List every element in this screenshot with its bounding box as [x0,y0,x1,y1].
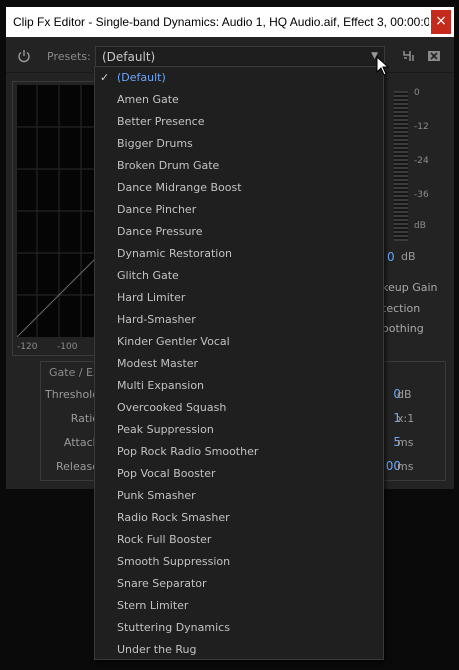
preset-menu-item-label: Overcooked Squash [117,401,227,414]
window-title: Clip Fx Editor - Single-band Dynamics: A… [13,15,429,29]
power-icon[interactable] [17,49,31,63]
presets-menu: ✓ (Default) Amen Gate Better Presence Bigger… [94,66,384,660]
preset-menu-item-label: Under the Rug [117,643,197,656]
preset-menu-item[interactable]: Peak Suppression [95,419,383,441]
ratio-unit: x:1 [397,412,415,425]
preset-menu-item-label: Snare Separator [117,577,207,590]
preset-menu-item[interactable]: Broken Drum Gate [95,155,383,177]
meter-scale-label: -12 [414,122,429,132]
preset-menu-item-label: Smooth Suppression [117,555,231,568]
preset-menu-item[interactable]: Overcooked Squash [95,397,383,419]
preset-menu-item-label: Broken Drum Gate [117,159,220,172]
preset-menu-item-label: (Default) [117,71,166,84]
threshold-unit: dB [397,388,412,401]
preset-menu-item[interactable]: Dance Pressure [95,221,383,243]
preset-menu-item[interactable]: Hard Limiter [95,287,383,309]
transfer-graph-panel: -120 -100 [12,81,104,356]
title-bar: Clip Fx Editor - Single-band Dynamics: A… [6,7,454,37]
preset-menu-item[interactable]: Dance Midrange Boost [95,177,383,199]
preset-menu-item-label: Kinder Gentler Vocal [117,335,230,348]
preset-menu-item-label: Radio Rock Smasher [117,511,230,524]
preset-menu-item-label: Hard Limiter [117,291,186,304]
preset-menu-item-label: Pop Rock Radio Smoother [117,445,259,458]
preset-menu-item[interactable]: Rock Full Booster [95,529,383,551]
ratio-label: Ratio [70,412,99,425]
graph-x-label: -120 [17,342,38,352]
preset-menu-item-label: Stern Limiter [117,599,189,612]
preset-menu-item[interactable]: Snare Separator [95,573,383,595]
graph-x-label: -100 [57,342,78,352]
preset-menu-item-label: Dynamic Restoration [117,247,233,260]
preset-menu-item-label: Dance Pincher [117,203,197,216]
preset-menu-item-label: Amen Gate [117,93,179,106]
meter-value[interactable]: 0 [387,250,395,264]
preset-menu-item[interactable]: Kinder Gentler Vocal [95,331,383,353]
transfer-graph[interactable] [17,85,99,337]
preset-menu-item-label: Rock Full Booster [117,533,212,546]
smoothing-option[interactable]: oothing [382,322,424,335]
preset-menu-item-label: Better Presence [117,115,205,128]
preset-menu-item[interactable]: Under the Rug [95,639,383,661]
routing-icon[interactable] [402,49,416,63]
preset-menu-item[interactable]: ✓ (Default) [95,67,383,89]
meter-scale-label: 0 [414,88,420,98]
preset-menu-item-label: Pop Vocal Booster [117,467,216,480]
meter-scale-label: dB [414,221,426,231]
preset-menu-item-label: Multi Expansion [117,379,205,392]
preset-menu-item-label: Modest Master [117,357,199,370]
release-label: Release [56,460,99,473]
preset-menu-item[interactable]: Glitch Gate [95,265,383,287]
presets-dropdown[interactable]: (Default) ▼ [95,46,385,67]
close-button[interactable]: × [431,10,451,34]
preset-menu-item[interactable]: Bigger Drums [95,133,383,155]
preset-menu-item-label: Dance Midrange Boost [117,181,242,194]
meter-scale-label: -36 [414,190,429,200]
preset-menu-item[interactable]: Multi Expansion [95,375,383,397]
preset-menu-item[interactable]: Stuttering Dynamics [95,617,383,639]
preset-menu-item[interactable]: Modest Master [95,353,383,375]
preset-menu-item[interactable]: Better Presence [95,111,383,133]
preset-menu-item[interactable]: Pop Vocal Booster [95,463,383,485]
meter-unit: dB [401,250,416,263]
preset-menu-item-label: Glitch Gate [117,269,179,282]
presets-value: (Default) [102,50,156,64]
presets-label: Presets: [47,50,91,63]
preset-menu-item-label: Hard-Smasher [117,313,196,326]
meter-bar [394,91,408,241]
preset-menu-item-label: Stuttering Dynamics [117,621,230,634]
attack-label: Attack [63,436,99,449]
preset-menu-item-label: Peak Suppression [117,423,214,436]
preset-menu-item-label: Bigger Drums [117,137,193,150]
preset-menu-item[interactable]: Amen Gate [95,89,383,111]
level-meter: 0 -12 -24 -36 dB 0 dB [384,81,446,271]
delete-icon[interactable] [427,49,441,63]
preset-menu-item-label: Dance Pressure [117,225,203,238]
meter-scale-label: -24 [414,156,429,166]
mouse-cursor-icon [376,56,390,76]
makeup-gain-option[interactable]: keup Gain [382,281,438,294]
attack-unit: ms [397,436,414,449]
preset-menu-item[interactable]: Dynamic Restoration [95,243,383,265]
preset-menu-item[interactable]: Stern Limiter [95,595,383,617]
preset-menu-item[interactable]: Punk Smasher [95,485,383,507]
detection-option[interactable]: tection [382,302,420,315]
preset-menu-item[interactable]: Hard-Smasher [95,309,383,331]
preset-menu-item[interactable]: Pop Rock Radio Smoother [95,441,383,463]
release-unit: ms [397,460,414,473]
preset-menu-item[interactable]: Dance Pincher [95,199,383,221]
preset-menu-item[interactable]: Radio Rock Smasher [95,507,383,529]
preset-menu-item[interactable]: Smooth Suppression [95,551,383,573]
threshold-label: Threshold [45,388,100,401]
checkmark-icon: ✓ [100,71,110,84]
preset-menu-item-label: Punk Smasher [117,489,196,502]
